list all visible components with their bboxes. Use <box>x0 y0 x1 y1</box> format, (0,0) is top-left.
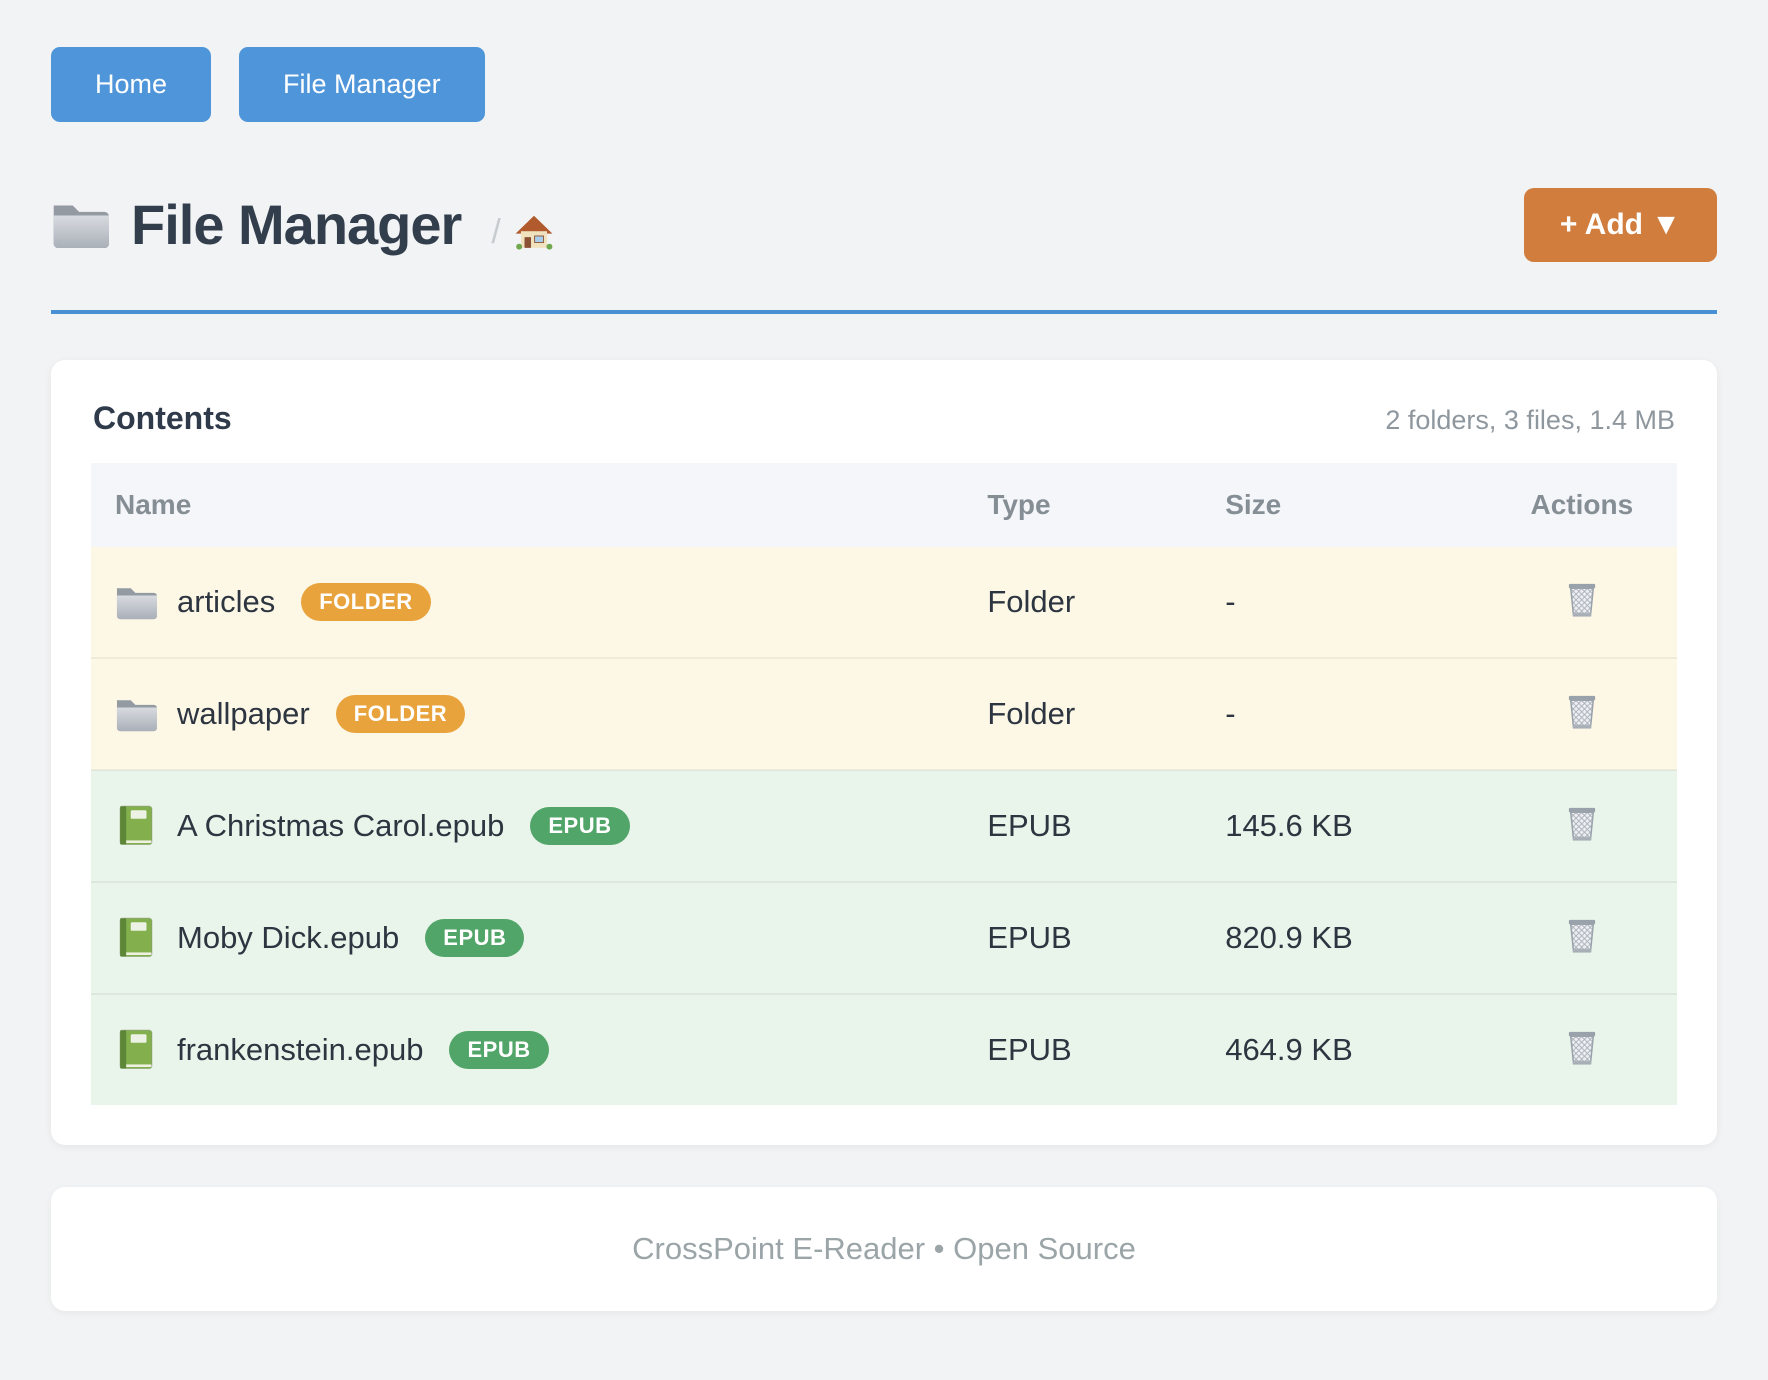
trash-icon <box>1562 916 1602 960</box>
folder-icon <box>115 581 157 623</box>
add-button[interactable]: + Add ▼ <box>1524 188 1717 262</box>
footer: CrossPoint E-Reader • Open Source <box>51 1187 1717 1311</box>
file-size: 464.9 KB <box>1201 994 1486 1105</box>
file-name: Moby Dick.epub <box>177 920 399 956</box>
delete-button[interactable] <box>1562 804 1602 848</box>
page-title: File Manager <box>131 197 461 253</box>
home-button[interactable]: Home <box>51 47 211 122</box>
file-size: 145.6 KB <box>1201 770 1486 882</box>
breadcrumb: / <box>491 213 552 252</box>
footer-text: CrossPoint E-Reader • Open Source <box>632 1231 1136 1266</box>
book-icon <box>115 805 157 847</box>
file-table-header: Name Type Size Actions <box>91 463 1677 547</box>
file-manager-button[interactable]: File Manager <box>239 47 485 122</box>
folder-icon <box>51 201 109 249</box>
file-type: Folder <box>963 658 1201 770</box>
file-type: EPUB <box>963 994 1201 1105</box>
column-header-name: Name <box>91 463 963 547</box>
delete-button[interactable] <box>1562 692 1602 736</box>
file-size: 820.9 KB <box>1201 882 1486 994</box>
table-row[interactable]: Moby Dick.epubEPUBEPUB820.9 KB <box>91 882 1677 994</box>
contents-title: Contents <box>93 400 232 437</box>
type-badge: FOLDER <box>301 583 430 621</box>
table-row[interactable]: wallpaper FOLDER Folder- <box>91 658 1677 770</box>
file-type: EPUB <box>963 882 1201 994</box>
contents-card-header: Contents 2 folders, 3 files, 1.4 MB <box>91 400 1677 437</box>
type-badge: EPUB <box>425 919 524 957</box>
table-row[interactable]: A Christmas Carol.epubEPUBEPUB145.6 KB <box>91 770 1677 882</box>
trash-icon <box>1562 1028 1602 1072</box>
delete-button[interactable] <box>1562 916 1602 960</box>
file-name: frankenstein.epub <box>177 1032 423 1068</box>
type-badge: EPUB <box>530 807 629 845</box>
file-table: Name Type Size Actions articles FOLDER Fol… <box>91 463 1677 1105</box>
file-size: - <box>1201 547 1486 658</box>
column-header-actions: Actions <box>1487 463 1677 547</box>
file-size: - <box>1201 658 1486 770</box>
file-type: EPUB <box>963 770 1201 882</box>
trash-icon <box>1562 692 1602 736</box>
column-header-type: Type <box>963 463 1201 547</box>
file-name: articles <box>177 584 275 620</box>
file-name: wallpaper <box>177 696 310 732</box>
file-type: Folder <box>963 547 1201 658</box>
column-header-size: Size <box>1201 463 1486 547</box>
delete-button[interactable] <box>1562 1028 1602 1072</box>
contents-card: Contents 2 folders, 3 files, 1.4 MB Name… <box>51 360 1717 1145</box>
breadcrumb-separator: / <box>491 213 500 252</box>
page-header: File Manager / + Add ▼ <box>51 188 1717 314</box>
trash-icon <box>1562 804 1602 848</box>
book-icon <box>115 917 157 959</box>
table-row[interactable]: frankenstein.epubEPUBEPUB464.9 KB <box>91 994 1677 1105</box>
table-row[interactable]: articles FOLDER Folder- <box>91 547 1677 658</box>
contents-summary: 2 folders, 3 files, 1.4 MB <box>1385 405 1675 436</box>
type-badge: EPUB <box>449 1031 548 1069</box>
folder-icon <box>115 693 157 735</box>
type-badge: FOLDER <box>336 695 465 733</box>
home-icon[interactable] <box>515 214 553 250</box>
file-name: A Christmas Carol.epub <box>177 808 504 844</box>
file-table-body: articles FOLDER Folder- wallpaper FOLDER Fold… <box>91 547 1677 1105</box>
book-icon <box>115 1029 157 1071</box>
top-nav: Home File Manager <box>51 47 1717 122</box>
delete-button[interactable] <box>1562 580 1602 624</box>
trash-icon <box>1562 580 1602 624</box>
